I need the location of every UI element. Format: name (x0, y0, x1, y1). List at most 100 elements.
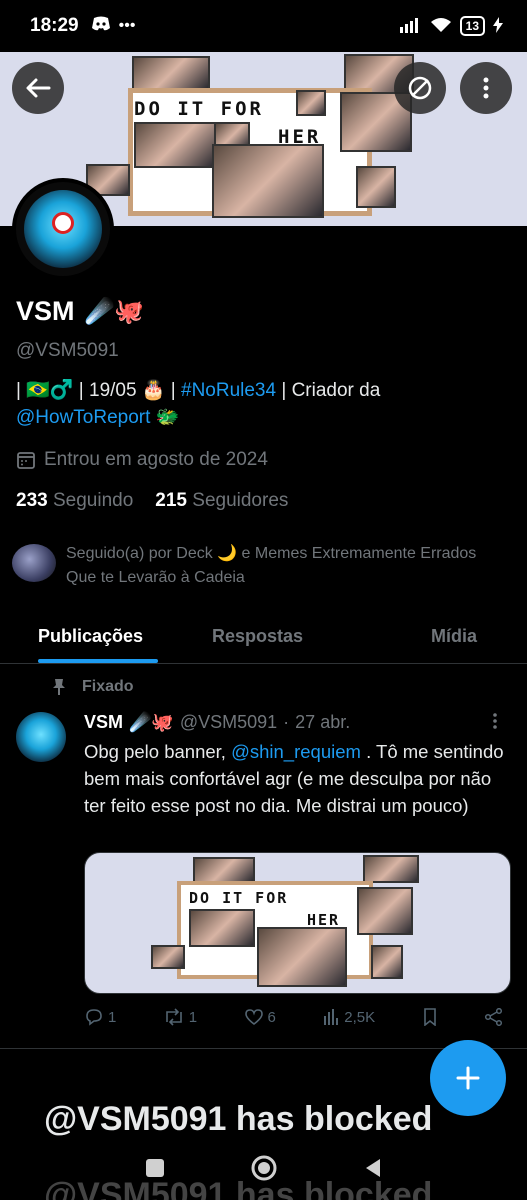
more-vertical-icon (493, 713, 497, 729)
compose-button[interactable] (430, 1040, 506, 1116)
back-button[interactable] (12, 62, 64, 114)
banner-photo (132, 56, 210, 90)
banner-text-line1: DO IT FOR (134, 98, 264, 120)
square-icon (145, 1158, 164, 1177)
tweet-date[interactable]: 27 abr. (295, 712, 350, 733)
system-back-button[interactable] (362, 1157, 384, 1184)
bookmark-icon (423, 1008, 436, 1026)
following-label: Seguindo (52, 490, 134, 511)
media-photo (193, 857, 255, 883)
circle-home-icon (251, 1155, 276, 1180)
follow-counts: 233 Seguindo 215 Seguidores (16, 490, 288, 512)
translate-button[interactable] (394, 62, 446, 114)
media-photo (189, 909, 255, 947)
plus-icon (456, 1066, 480, 1090)
charging-icon (493, 16, 503, 36)
status-time: 18:29 (30, 15, 79, 36)
followers-label: Seguidores (192, 490, 289, 511)
name-row: VSM ☄️🐙 (16, 296, 144, 327)
tweet-header: VSM ☄️🐙 @VSM5091 · 27 abr. (84, 712, 350, 733)
tweet-more-button[interactable] (492, 712, 498, 735)
bio-emoji: 🐲 (150, 407, 180, 428)
arrow-left-icon (26, 78, 51, 98)
more-vertical-icon (483, 77, 489, 99)
like-count: 6 (267, 1008, 276, 1026)
banner-photo (356, 166, 396, 208)
bio-text: | Criador da (276, 380, 381, 401)
followers-link[interactable]: 215 Seguidores (155, 490, 288, 512)
pin-icon (53, 679, 65, 695)
share-icon (484, 1008, 503, 1026)
tweet-media-image[interactable]: DO IT FOR HER (84, 852, 511, 994)
views-count: 2,5K (344, 1008, 376, 1026)
tweet-handle[interactable]: @VSM5091 (180, 712, 277, 733)
followers-count: 215 (155, 490, 187, 511)
signal-icon (396, 17, 422, 36)
tweet-mention-link[interactable]: @shin_requiem (231, 741, 361, 762)
tweet-text: Obg pelo banner, @shin_requiem . Tô me s… (84, 738, 516, 819)
tweet-avatar[interactable] (16, 712, 66, 762)
following-count: 233 (16, 490, 48, 511)
tweet-dot: · (283, 712, 290, 732)
banner-photo (296, 90, 326, 116)
battery-indicator: 13 (459, 16, 485, 36)
tab-publicacoes[interactable]: Publicações (0, 610, 184, 663)
more-notifications-icon: ••• (118, 17, 136, 34)
views-button[interactable]: 2,5K (322, 1008, 375, 1026)
tweet-text-part: Obg pelo banner, (84, 741, 232, 762)
pinned-indicator: Fixado (52, 678, 134, 696)
triangle-back-icon (365, 1158, 380, 1177)
tab-respostas[interactable]: Respostas (184, 610, 330, 663)
media-photo (151, 945, 185, 969)
slash-circle-icon (408, 76, 432, 100)
banner-photo (134, 122, 216, 168)
follower-avatar (12, 544, 56, 582)
like-button[interactable]: 6 (244, 1008, 276, 1026)
home-button[interactable] (250, 1154, 278, 1187)
reply-count: 1 (108, 1008, 117, 1026)
retweet-button[interactable]: 1 (163, 1008, 197, 1026)
bookmark-button[interactable] (422, 1008, 438, 1026)
profile-bio: | 🇧🇷♂️ | 19/05 🎂 | #NoRule34 | Criador d… (16, 377, 511, 431)
tweet-actions: 1 1 6 2,5K (84, 1008, 504, 1026)
recents-button[interactable] (144, 1157, 166, 1184)
media-photo (363, 855, 419, 883)
media-photo (357, 887, 413, 935)
tab-midia[interactable]: Mídia (331, 610, 527, 663)
joined-text: Entrou em agosto de 2024 (44, 449, 268, 470)
more-options-button[interactable] (460, 62, 512, 114)
reply-icon (86, 1009, 102, 1026)
profile-avatar[interactable] (12, 178, 114, 280)
status-notification-icons: ••• (91, 16, 136, 37)
views-chart-icon (324, 1009, 339, 1025)
media-photo (371, 945, 403, 979)
followed-by-text: Seguido(a) por Deck 🌙 e Memes Extremamen… (66, 545, 477, 586)
banner-photo (212, 144, 324, 218)
status-right: 13 (396, 16, 503, 36)
calendar-icon (17, 452, 35, 469)
following-link[interactable]: 233 Seguindo (16, 490, 133, 512)
media-photo (257, 927, 347, 987)
followed-by[interactable]: Seguido(a) por Deck 🌙 e Memes Extremamen… (12, 542, 496, 590)
avatar-image (24, 190, 102, 268)
profile-tabs: Publicações Respostas Mídia (0, 610, 527, 664)
tweet-name-emoji: ☄️🐙 (129, 712, 174, 732)
share-button[interactable] (484, 1008, 504, 1026)
media-text-line1: DO IT FOR (189, 889, 289, 907)
reply-button[interactable]: 1 (84, 1008, 116, 1026)
display-name: VSM (16, 296, 75, 326)
system-nav-bar (0, 1140, 527, 1200)
retweet-count: 1 (188, 1008, 198, 1026)
tweet-author-name[interactable]: VSM (84, 712, 123, 733)
bio-text: | 🇧🇷♂️ | 19/05 🎂 | (16, 380, 181, 401)
bio-mention-link[interactable]: @HowToReport (16, 407, 150, 428)
wifi-icon (430, 17, 452, 36)
avatar-eye (52, 212, 74, 234)
bio-hashtag-link[interactable]: #NoRule34 (181, 380, 276, 401)
discord-icon (91, 16, 111, 37)
name-emoji: ☄️🐙 (84, 298, 145, 325)
blocked-overlay-text: @VSM5091 has blocked (44, 1100, 433, 1138)
retweet-icon (165, 1008, 182, 1026)
joined-date: Entrou em agosto de 2024 (16, 449, 268, 471)
heart-icon (244, 1009, 263, 1026)
